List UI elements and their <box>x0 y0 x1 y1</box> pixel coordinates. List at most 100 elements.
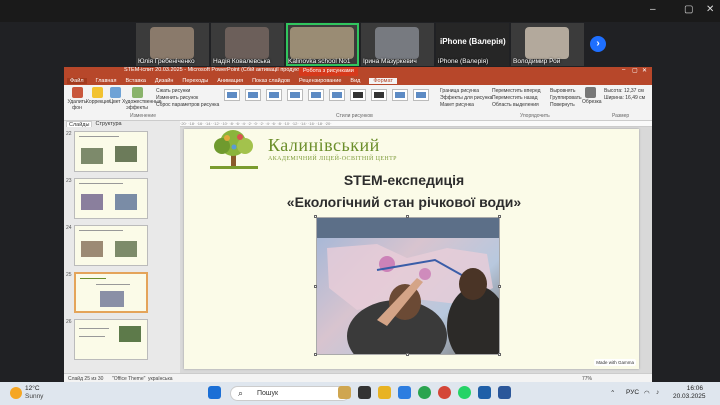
minimize-icon[interactable]: – <box>622 67 625 73</box>
resize-handle[interactable] <box>314 353 317 356</box>
rotate-button[interactable]: Повернуть <box>550 102 582 109</box>
clock-date: 20.03.2025 <box>673 393 706 400</box>
input-language[interactable]: РУС <box>626 389 639 396</box>
maximize-icon[interactable]: ▢ <box>632 67 638 74</box>
tab-insert[interactable]: Вставка <box>125 78 145 84</box>
whatsapp-icon[interactable] <box>458 386 471 399</box>
picture-style-commands: Граница рисунка Эффекты для рисунка Маке… <box>440 88 492 109</box>
participant-tile-active[interactable]: Kalinovka school No1 <box>286 23 359 66</box>
participant-tile[interactable]: Ірина Мазуркевич <box>361 23 434 66</box>
picture-style[interactable] <box>350 89 366 101</box>
slide-title[interactable]: STEM-експедиція <box>184 172 624 188</box>
task-view-icon[interactable] <box>358 386 371 399</box>
search-box[interactable]: ⌕ Пошук <box>230 386 350 401</box>
align-button[interactable]: Выровнять <box>550 88 582 95</box>
temperature: 12°C <box>25 385 40 392</box>
selection-pane-button[interactable]: Область выделения <box>492 102 541 109</box>
slide-thumbnail-selected[interactable] <box>74 272 148 313</box>
group-styles-label: Стили рисунков <box>336 113 373 119</box>
change-picture-button[interactable]: Изменить рисунок <box>156 95 219 102</box>
ppt-titlebar: STEM-іспит 20.03.2025 - Microsoft PowerP… <box>64 67 652 76</box>
maximize-icon[interactable]: ▢ <box>684 4 693 15</box>
resize-handle[interactable] <box>498 215 501 218</box>
zoom-top-bar: – ▢ ✕ <box>0 0 720 22</box>
send-backward-button[interactable]: Переместить назад <box>492 95 541 102</box>
participant-video <box>525 27 569 59</box>
participant-tile[interactable]: Володимир Рой <box>511 23 584 66</box>
zoom-app-icon[interactable] <box>398 386 411 399</box>
picture-style[interactable] <box>308 89 324 101</box>
system-clock[interactable]: 16:06 20.03.2025 <box>673 385 706 401</box>
slide-subtitle[interactable]: «Екологічний стан річкової води» <box>184 194 624 210</box>
tab-home[interactable]: Главная <box>96 78 117 84</box>
height-field[interactable]: 12,37 см <box>624 88 644 94</box>
file-explorer-icon[interactable] <box>378 386 391 399</box>
wifi-icon[interactable]: ◠ <box>644 389 650 397</box>
resize-handle[interactable] <box>314 215 317 218</box>
slide-thumbnail[interactable] <box>74 319 148 360</box>
tab-transitions[interactable]: Переходы <box>182 78 208 84</box>
tab-file[interactable]: Файл <box>67 77 87 84</box>
picture-style[interactable] <box>224 89 240 101</box>
resize-handle[interactable] <box>406 353 409 356</box>
color-icon <box>109 87 121 98</box>
crop-button[interactable]: Обрезка <box>582 87 602 105</box>
participant-tile[interactable]: iPhone (Валерія) iPhone (Валерія) <box>436 23 509 66</box>
picture-style[interactable] <box>371 89 387 101</box>
thumb-image <box>119 326 141 342</box>
slide-number: 23 <box>66 178 72 184</box>
picture-layout-button[interactable]: Макет рисунка <box>440 102 492 109</box>
participant-tile[interactable]: Надія Ковалевська <box>211 23 284 66</box>
slide-photo[interactable] <box>316 217 500 355</box>
group-button[interactable]: Группировать <box>550 95 582 102</box>
windows-start-icon[interactable] <box>208 386 221 399</box>
thumb-image <box>81 194 103 210</box>
artistic-effects-button[interactable]: Художественные эффекты <box>122 87 161 111</box>
tab-slideshow[interactable]: Показ слайдов <box>252 78 290 84</box>
picture-style[interactable] <box>413 89 429 101</box>
tab-format[interactable]: Формат <box>369 77 397 84</box>
gamma-badge[interactable]: Made with Gamma <box>594 359 636 366</box>
tab-view[interactable]: Вид <box>350 78 360 84</box>
resize-handle[interactable] <box>498 285 501 288</box>
ribbon-tabs: Файл Главная Вставка Дизайн Переходы Ани… <box>64 76 652 85</box>
resize-handle[interactable] <box>498 353 501 356</box>
volume-icon[interactable]: ♪ <box>656 389 659 396</box>
tab-design[interactable]: Дизайн <box>155 78 174 84</box>
remove-background-button[interactable]: Удалить фон <box>66 87 88 111</box>
picture-border-button[interactable]: Граница рисунка <box>440 88 492 95</box>
picture-styles-gallery <box>224 89 429 101</box>
participant-big-name: iPhone (Валерія) <box>440 37 506 46</box>
tree-logo-icon <box>210 130 258 169</box>
compress-pictures-button[interactable]: Сжать рисунки <box>156 88 219 95</box>
chrome-icon[interactable] <box>438 386 451 399</box>
word-icon[interactable] <box>498 386 511 399</box>
close-icon[interactable]: ✕ <box>706 4 714 15</box>
resize-handle[interactable] <box>406 215 409 218</box>
slide-thumbnail[interactable] <box>74 178 148 219</box>
telegram-icon[interactable] <box>478 386 491 399</box>
tray-chevron-icon[interactable]: ⌃ <box>610 389 615 397</box>
chevron-right-icon[interactable]: › <box>590 36 606 52</box>
picture-style[interactable] <box>266 89 282 101</box>
ribbon: Удалить фон Коррекция Цвет Художественны… <box>64 85 652 121</box>
edge-browser-icon[interactable] <box>418 386 431 399</box>
widgets-icon[interactable] <box>338 386 351 399</box>
slide-thumbnail[interactable] <box>74 225 148 266</box>
slide-thumbnail[interactable] <box>74 131 148 172</box>
tab-review[interactable]: Рецензирование <box>299 78 341 84</box>
sun-icon <box>10 387 22 399</box>
width-field[interactable]: 16,49 см <box>625 95 645 101</box>
picture-style[interactable] <box>287 89 303 101</box>
picture-style[interactable] <box>329 89 345 101</box>
reset-picture-button[interactable]: Сброс параметров рисунка <box>156 102 219 109</box>
bring-forward-button[interactable]: Переместить вперед <box>492 88 541 95</box>
picture-style[interactable] <box>245 89 261 101</box>
minimize-icon[interactable]: – <box>650 4 656 15</box>
close-icon[interactable]: ✕ <box>642 67 647 74</box>
participant-tile[interactable]: Юлія Гребеніченко <box>136 23 209 66</box>
resize-handle[interactable] <box>314 285 317 288</box>
picture-effects-button[interactable]: Эффекты для рисунка <box>440 95 492 102</box>
picture-style[interactable] <box>392 89 408 101</box>
tab-animation[interactable]: Анимация <box>217 78 243 84</box>
